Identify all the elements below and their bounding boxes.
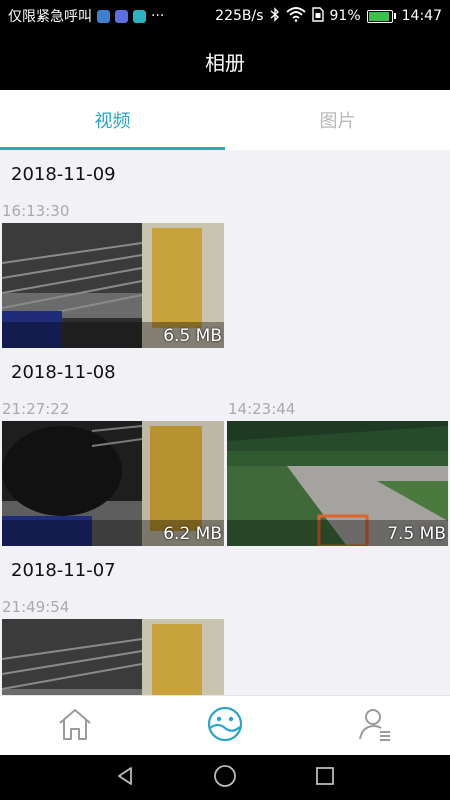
video-thumbnail[interactable]: 6.5 MB (2, 223, 224, 348)
time-label: 21:49:54 (2, 598, 70, 616)
recents-icon[interactable] (314, 765, 336, 791)
page-title: 相册 (205, 50, 245, 75)
date-header: 2018-11-07 (11, 560, 116, 581)
network-speed: 225B/s (215, 8, 264, 24)
file-size: 6.5 MB (163, 326, 222, 346)
time-label: 21:27:22 (2, 400, 70, 418)
album-icon (206, 705, 244, 747)
time-label: 14:23:44 (228, 400, 296, 418)
user-menu-icon (356, 705, 394, 747)
video-thumbnail[interactable]: 6.2 MB (2, 421, 224, 546)
date-header: 2018-11-08 (11, 362, 116, 383)
tab-label: 图片 (319, 111, 356, 132)
battery-percent: 91% (329, 8, 361, 24)
app-notification-icon (133, 9, 146, 23)
nav-home[interactable] (0, 696, 150, 755)
date-header: 2018-11-09 (11, 164, 116, 185)
thumbnail-image (2, 619, 224, 695)
time-label: 16:13:30 (2, 202, 70, 220)
nav-album[interactable] (150, 696, 300, 755)
status-bar: 仅限紧急呼叫 ··· 225B/s 91% 14:47 (0, 0, 450, 32)
video-thumbnail[interactable]: 7.5 MB (227, 421, 448, 546)
wifi-icon (285, 6, 306, 26)
clock: 14:47 (401, 8, 442, 24)
file-size: 6.2 MB (163, 524, 222, 544)
home-button-icon[interactable] (213, 764, 237, 792)
system-nav-bar (0, 755, 450, 800)
nav-profile[interactable] (300, 696, 450, 755)
carrier-text: 仅限紧急呼叫 (8, 9, 92, 25)
app-notification-icon (97, 9, 110, 23)
app-notification-icon (115, 9, 128, 23)
tab-videos[interactable]: 视频 (0, 90, 225, 150)
home-icon (56, 705, 94, 747)
battery-icon (366, 9, 396, 23)
bottom-nav (0, 695, 450, 755)
back-icon[interactable] (114, 765, 136, 791)
more-notifications-icon: ··· (151, 8, 165, 24)
file-size: 7.5 MB (387, 524, 446, 544)
title-bar: 相册 (0, 32, 450, 90)
bluetooth-icon (270, 6, 280, 26)
tab-label: 视频 (94, 111, 131, 132)
tab-bar: 视频 图片 (0, 90, 450, 150)
tab-images[interactable]: 图片 (225, 90, 450, 150)
video-list[interactable]: 2018-11-09 16:13:30 6.5 MB 2018-11-08 21… (0, 150, 450, 695)
video-thumbnail[interactable] (2, 619, 224, 695)
sim-icon (311, 6, 324, 26)
